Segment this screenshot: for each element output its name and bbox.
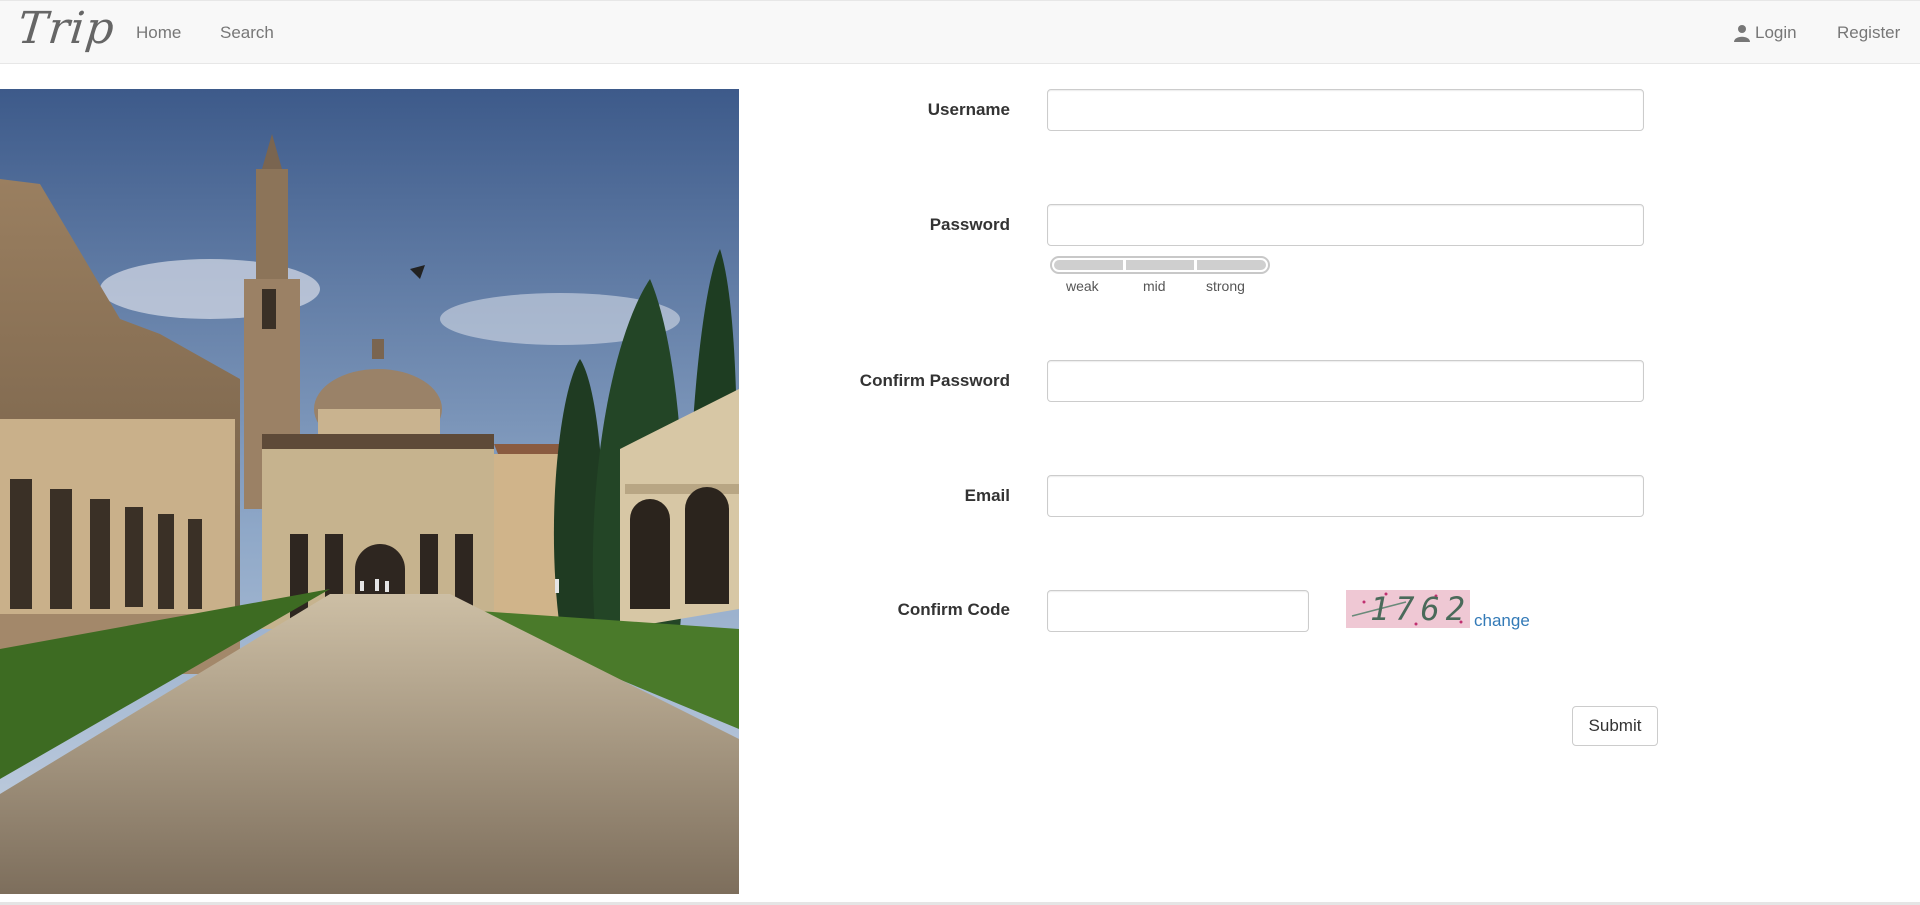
confirm-code-label: Confirm Code bbox=[897, 600, 1010, 619]
hero-photo bbox=[0, 89, 739, 894]
username-input[interactable] bbox=[1047, 89, 1644, 131]
nav-home-link[interactable]: Home bbox=[136, 23, 181, 43]
captcha-image[interactable]: 1762 bbox=[1346, 590, 1470, 628]
confirm-password-label: Confirm Password bbox=[859, 371, 1010, 390]
email-input[interactable] bbox=[1047, 475, 1644, 517]
strength-label-mid: mid bbox=[1143, 278, 1166, 294]
strength-label-weak: weak bbox=[1066, 278, 1099, 294]
captcha-text: 1762 bbox=[1370, 590, 1470, 628]
confirm-code-input[interactable] bbox=[1047, 590, 1309, 632]
navbar: Trip Home Search Login Register bbox=[0, 0, 1920, 64]
captcha-change-link[interactable]: change bbox=[1474, 611, 1530, 631]
email-label: Email bbox=[964, 486, 1010, 505]
password-label: Password bbox=[929, 215, 1010, 234]
strength-segment-mid bbox=[1125, 260, 1195, 270]
user-icon bbox=[1733, 24, 1751, 42]
submit-button[interactable]: Submit bbox=[1572, 706, 1658, 746]
nav-login-link[interactable]: Login bbox=[1733, 23, 1797, 43]
username-label: Username bbox=[927, 100, 1010, 119]
password-strength-meter bbox=[1050, 256, 1270, 274]
nav-search-link[interactable]: Search bbox=[220, 23, 274, 43]
nav-register-link[interactable]: Register bbox=[1837, 23, 1900, 43]
strength-segment-strong bbox=[1197, 260, 1267, 270]
nav-login-label: Login bbox=[1755, 23, 1797, 42]
strength-segment-weak bbox=[1054, 260, 1123, 270]
password-input[interactable] bbox=[1047, 204, 1644, 246]
brand-logo[interactable]: Trip bbox=[15, 3, 117, 54]
strength-label-strong: strong bbox=[1206, 278, 1245, 294]
confirm-password-input[interactable] bbox=[1047, 360, 1644, 402]
